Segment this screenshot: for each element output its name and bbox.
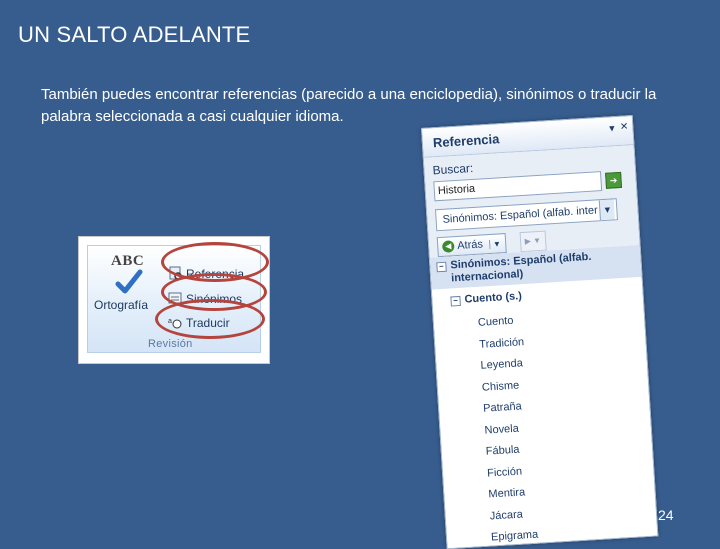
research-pane: Referencia ▼ ✕ Buscar: ➔ Sinónimos: Espa… [421,115,659,549]
revision-group-label: Revisión [148,338,193,350]
pane-title: Referencia [432,131,500,151]
collapse-icon[interactable]: − [450,295,461,307]
pane-menu-dropdown-icon[interactable]: ▼ [607,123,617,134]
back-dropdown-icon[interactable]: ▼ [488,238,502,249]
close-icon[interactable]: ✕ [620,121,629,132]
page-number: 24 [658,507,674,523]
results-list: − Sinónimos: Español (alfab. internacion… [429,244,658,549]
forward-button[interactable]: ▶ ▼ [519,230,547,253]
source-select-value: Sinónimos: Español (alfab. inter [442,204,599,226]
chevron-down-icon[interactable]: ▼ [598,199,615,221]
go-arrow-icon[interactable]: ➔ [605,171,623,189]
slide-title: UN SALTO ADELANTE [18,22,251,47]
pane-search-area: Buscar: ➔ Sinónimos: Español (alfab. int… [423,145,640,258]
ortografia-button[interactable]: Ortografía [94,298,148,312]
abc-label: ABC [111,253,145,269]
source-select[interactable]: Sinónimos: Español (alfab. inter ▼ [434,198,618,232]
synonym-list: Cuento Tradición Leyenda Chisme Patraña … [433,299,657,549]
back-arrow-icon: ◀ [441,240,455,253]
ribbon-screenshot: ABC Ortografía Referencia Sinónimos a Tr… [78,236,270,364]
back-button-label: Atrás [456,238,484,252]
results-header-label: Sinónimos: Español (alfab. internacional… [450,250,592,285]
highlight-ring-traducir [155,299,265,339]
entry-heading-label: Cuento (s.) [464,290,523,306]
collapse-icon[interactable]: − [436,261,447,273]
